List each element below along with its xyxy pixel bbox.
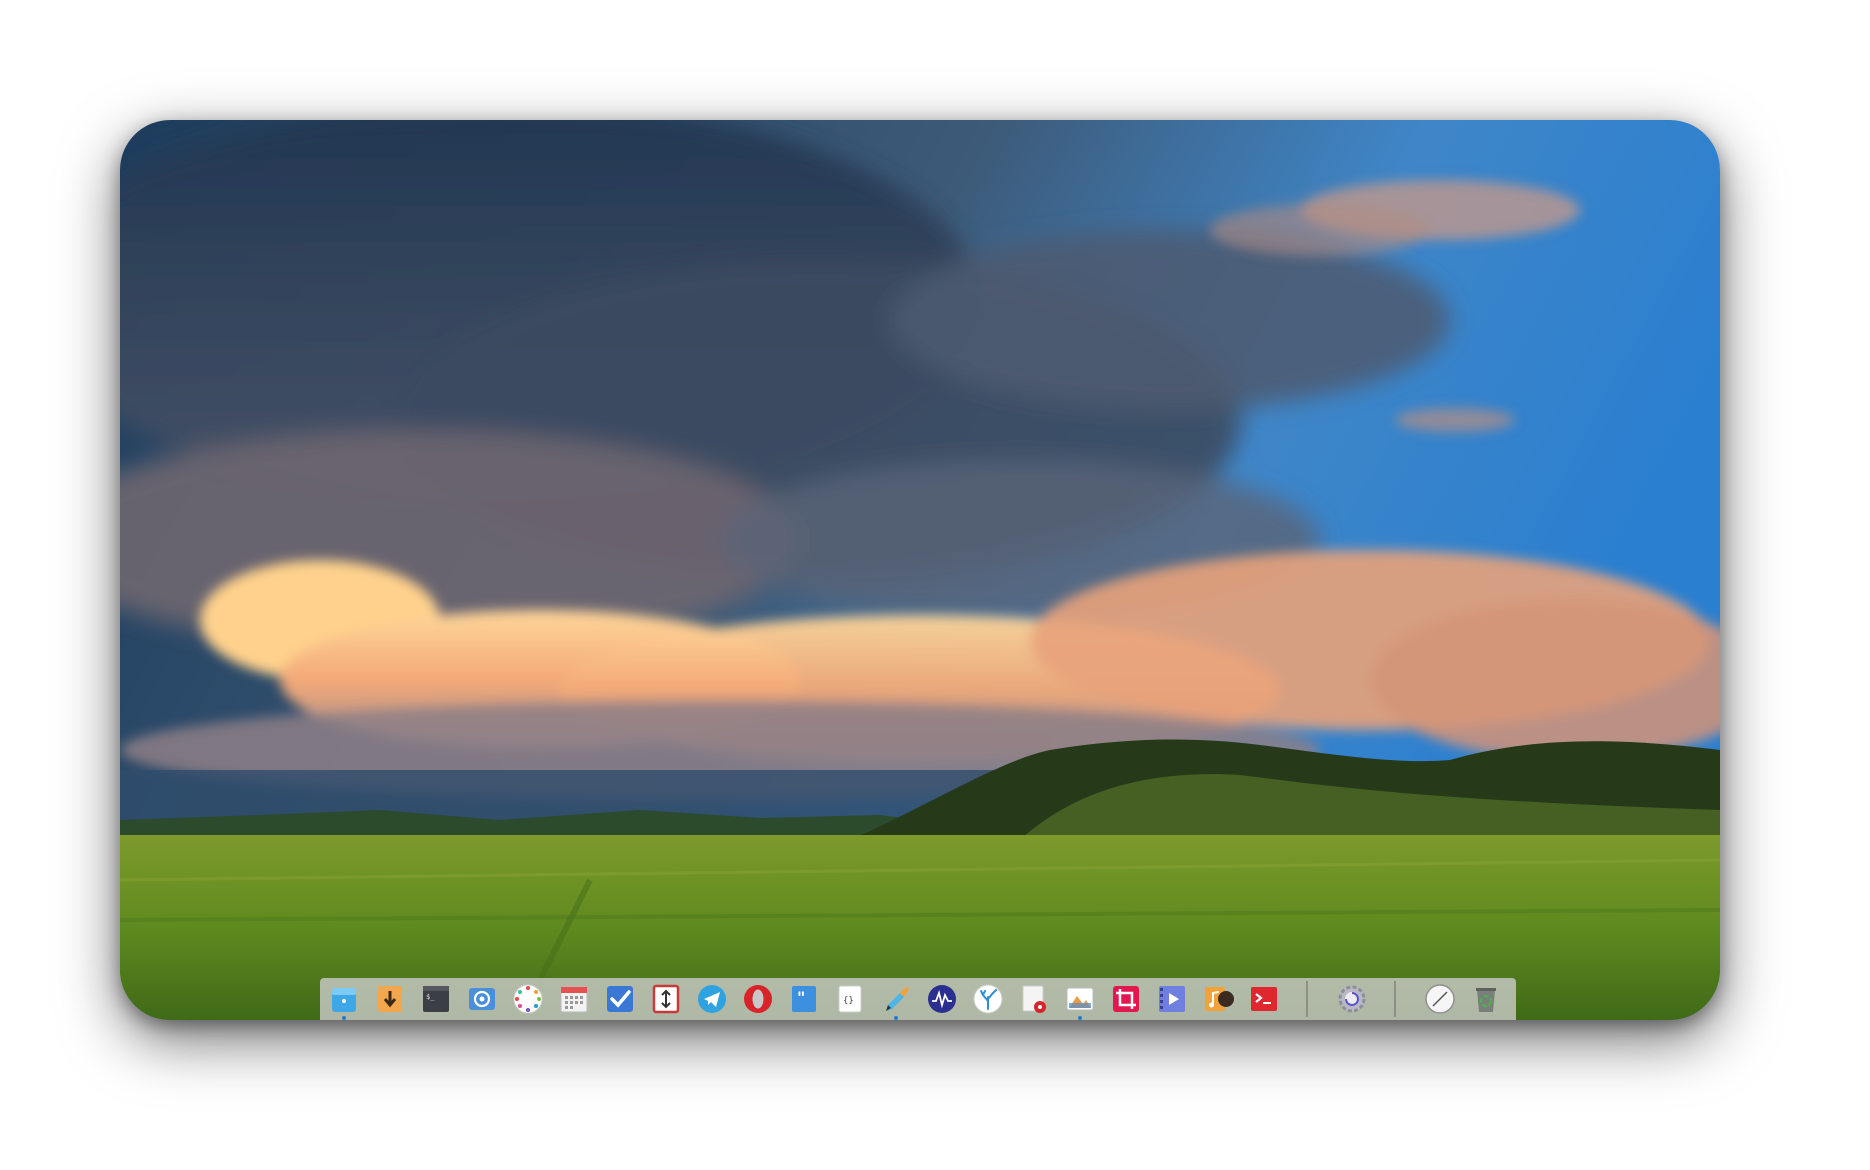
dock-trash[interactable]	[1468, 981, 1504, 1017]
dock: $_ " {}	[320, 978, 1516, 1020]
safari-compass-icon	[1425, 984, 1455, 1014]
coral-icon	[973, 984, 1003, 1014]
calendar-icon	[560, 986, 588, 1013]
dock-video-player[interactable]	[1154, 981, 1190, 1017]
image-viewer-icon	[1066, 987, 1094, 1011]
crop-tool-icon	[1113, 986, 1139, 1012]
dock-download-manager[interactable]	[372, 981, 408, 1017]
dock-settings[interactable]	[1334, 981, 1370, 1017]
svg-text:$_: $_	[426, 993, 435, 1001]
dock-quotes[interactable]: "	[786, 981, 822, 1017]
launcher-dots-icon	[513, 984, 543, 1014]
color-picker-icon	[886, 987, 909, 1011]
terminal-icon: $_	[423, 986, 449, 1012]
dock-separator	[1394, 981, 1396, 1017]
dock-launcher[interactable]	[510, 981, 546, 1017]
audio-waveform-icon	[928, 985, 956, 1013]
dock-telegram[interactable]	[694, 981, 730, 1017]
dock-code-editor[interactable]: {}	[832, 981, 868, 1017]
running-indicator	[894, 1016, 898, 1020]
dock-terminal[interactable]: $_	[418, 981, 454, 1017]
trash-icon	[1476, 988, 1496, 1012]
dock-file-manager[interactable]	[326, 981, 362, 1020]
dock-calendar[interactable]	[556, 981, 592, 1017]
video-player-icon	[1159, 986, 1185, 1012]
running-indicator	[1078, 1016, 1082, 1020]
music-player-icon	[1205, 987, 1234, 1011]
settings-gear-icon	[1338, 985, 1366, 1013]
opera-icon	[744, 985, 772, 1013]
dock-image-viewer[interactable]	[1062, 981, 1098, 1020]
dock-transfer[interactable]	[648, 981, 684, 1017]
dock-console[interactable]	[1246, 981, 1282, 1017]
code-editor-icon: {}	[838, 985, 862, 1013]
file-manager-icon	[332, 988, 356, 1012]
dock-document-viewer[interactable]	[1016, 981, 1052, 1017]
dock-tasks[interactable]	[602, 981, 638, 1017]
running-indicator	[342, 1016, 346, 1020]
quotes-icon: "	[792, 986, 816, 1012]
desktop-wallpaper	[120, 120, 1720, 1020]
tasks-check-icon	[607, 986, 633, 1012]
dock-audio-analyzer[interactable]	[924, 981, 960, 1017]
svg-text:": "	[797, 988, 805, 1007]
telegram-icon	[698, 985, 726, 1013]
dock-color-picker[interactable]	[878, 981, 914, 1020]
svg-text:{}: {}	[843, 996, 854, 1006]
mail-icon	[469, 988, 495, 1010]
dock-browser[interactable]	[1422, 981, 1458, 1017]
dock-separator	[1306, 981, 1308, 1017]
download-manager-icon	[378, 986, 402, 1012]
dock-mail[interactable]	[464, 981, 500, 1017]
dock-opera[interactable]	[740, 981, 776, 1017]
dock-music-player[interactable]	[1200, 981, 1236, 1017]
dock-crop-tool[interactable]	[1108, 981, 1144, 1017]
console-icon	[1251, 987, 1277, 1011]
desktop-screen: $_ " {}	[120, 120, 1720, 1020]
transfer-icon	[652, 984, 680, 1014]
dock-coral[interactable]	[970, 981, 1006, 1017]
document-viewer-icon	[1022, 985, 1046, 1013]
